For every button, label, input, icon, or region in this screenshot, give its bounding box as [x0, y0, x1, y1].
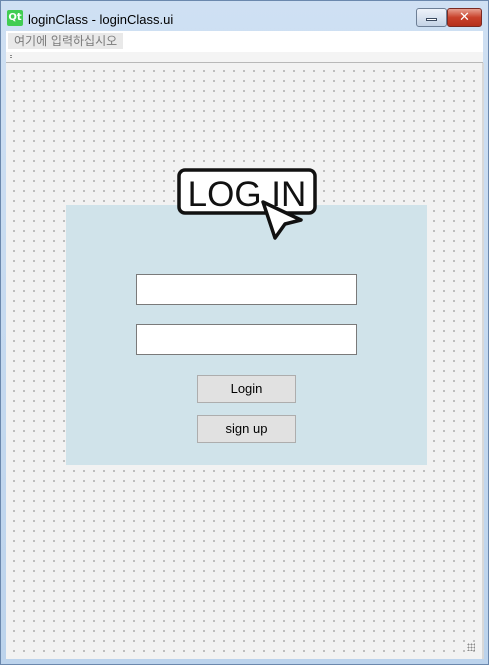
designer-window: Qt loginClass - loginClass.ui ✕ 여기에 입력하십…: [0, 0, 489, 665]
signup-button[interactable]: sign up: [197, 415, 296, 443]
menu-bar: 여기에 입력하십시오: [6, 31, 483, 53]
close-icon: ✕: [459, 10, 470, 25]
minimize-icon: [426, 18, 437, 21]
minimize-button[interactable]: [416, 8, 447, 27]
password-input[interactable]: [136, 324, 357, 355]
logo-text: LOG IN: [188, 175, 307, 214]
toolbar-strip: [6, 52, 483, 63]
menu-type-here-placeholder[interactable]: 여기에 입력하십시오: [8, 33, 124, 49]
username-input[interactable]: [136, 274, 357, 305]
canvas-right-edge: [482, 63, 484, 659]
login-logo: LOG IN: [177, 168, 317, 240]
window-title: loginClass - loginClass.ui: [28, 12, 174, 27]
login-button[interactable]: Login: [197, 375, 296, 403]
title-bar[interactable]: Qt loginClass - loginClass.ui ✕: [1, 1, 488, 31]
toolbar-handle-icon[interactable]: [10, 55, 12, 59]
size-grip-icon[interactable]: [467, 643, 475, 651]
qt-logo-icon: Qt: [7, 10, 23, 26]
close-button[interactable]: ✕: [447, 8, 482, 27]
